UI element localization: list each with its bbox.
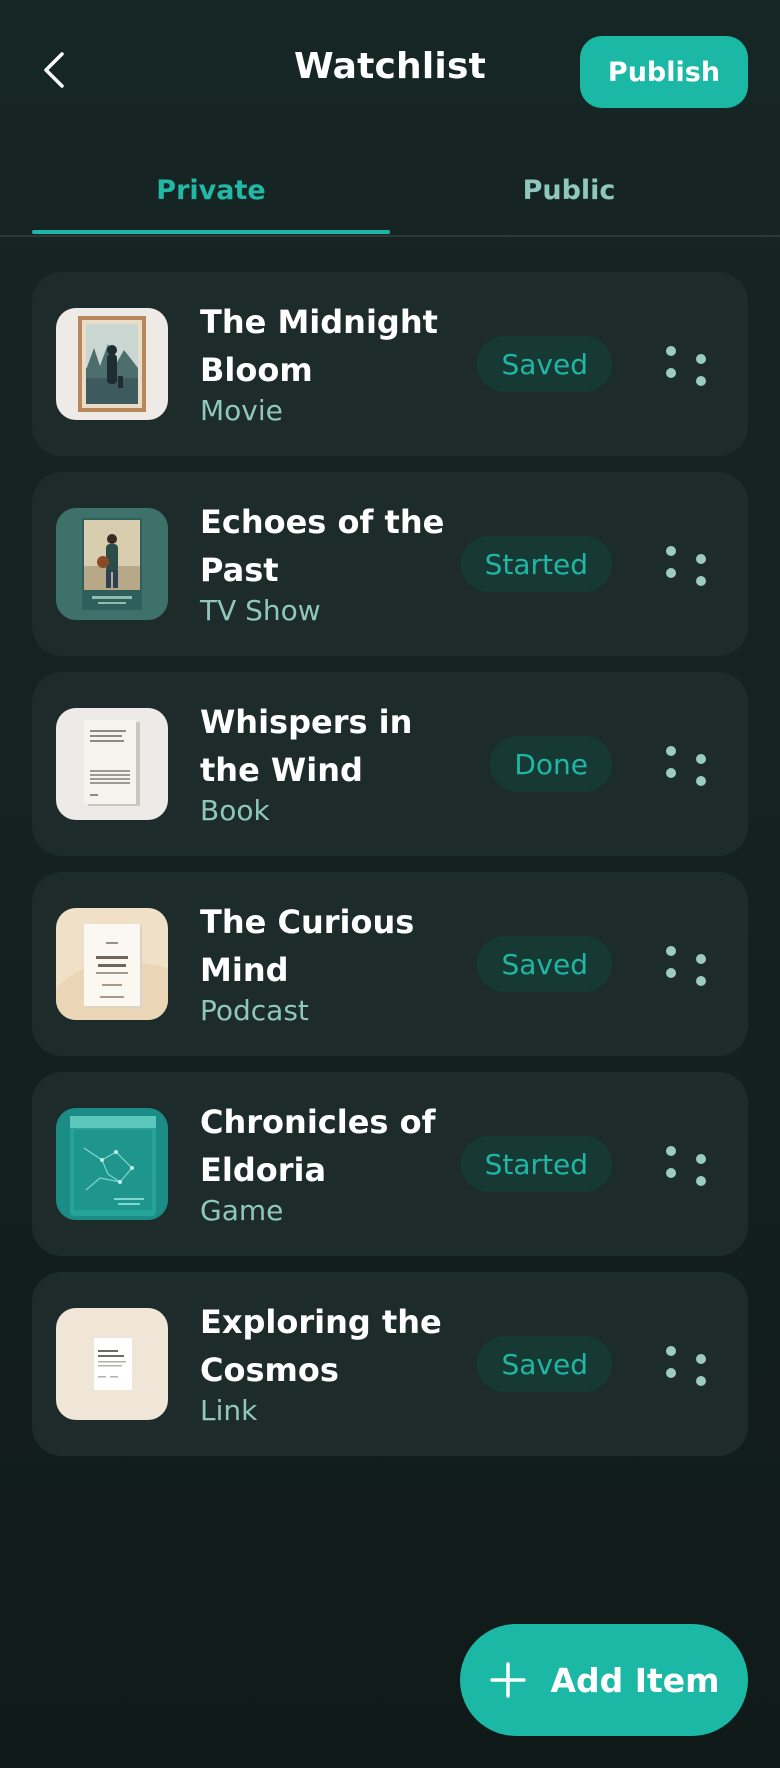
item-type: Book: [200, 794, 270, 827]
add-item-label: Add Item: [550, 1660, 720, 1700]
status-badge: Saved: [477, 936, 612, 992]
status-badge: Started: [460, 1136, 612, 1192]
plus-icon: [488, 1660, 528, 1700]
link-page-thumbnail: [56, 1308, 168, 1420]
more-options-button[interactable]: [662, 744, 712, 788]
game-cover-thumbnail: [56, 1108, 168, 1220]
item-title: Whispers in the Wind: [200, 703, 413, 789]
list-item[interactable]: Exploring the Cosmos Link Saved: [32, 1272, 748, 1456]
watchlist-screen: Watchlist Publish Private Public The Mid…: [0, 0, 780, 1768]
status-badge: Started: [460, 536, 612, 592]
list-item[interactable]: Chronicles of Eldoria Game Started: [32, 1072, 748, 1256]
add-item-button[interactable]: Add Item: [460, 1624, 748, 1736]
tab-public[interactable]: Public: [390, 150, 748, 230]
status-badge: Done: [490, 736, 612, 792]
item-title: Exploring the Cosmos: [200, 1303, 442, 1389]
more-options-button[interactable]: [662, 1344, 712, 1388]
watchlist-list: The Midnight Bloom Movie Saved Echoes of…: [32, 272, 748, 1472]
movie-poster-thumbnail: [56, 308, 168, 420]
active-tab-indicator: [32, 230, 390, 234]
tv-show-poster-thumbnail: [56, 508, 168, 620]
item-title: The Curious Mind: [200, 903, 415, 989]
list-item[interactable]: The Curious Mind Podcast Saved: [32, 872, 748, 1056]
publish-button[interactable]: Publish: [580, 36, 748, 108]
status-badge: Saved: [477, 336, 612, 392]
header: Watchlist Publish: [0, 0, 780, 140]
list-item[interactable]: Echoes of the Past TV Show Started: [32, 472, 748, 656]
item-type: Podcast: [200, 994, 309, 1027]
item-type: Link: [200, 1394, 258, 1427]
item-type: Movie: [200, 394, 283, 427]
more-options-button[interactable]: [662, 344, 712, 388]
item-title: Chronicles of Eldoria: [200, 1103, 436, 1189]
list-item[interactable]: Whispers in the Wind Book Done: [32, 672, 748, 856]
more-options-button[interactable]: [662, 544, 712, 588]
tab-bar: Private Public: [32, 150, 748, 240]
item-title: Echoes of the Past: [200, 503, 445, 589]
more-options-button[interactable]: [662, 1144, 712, 1188]
status-badge: Saved: [477, 1336, 612, 1392]
tab-private[interactable]: Private: [32, 150, 390, 230]
more-options-button[interactable]: [662, 944, 712, 988]
tab-divider: [0, 235, 780, 237]
podcast-cover-thumbnail: [56, 908, 168, 1020]
list-item[interactable]: The Midnight Bloom Movie Saved: [32, 272, 748, 456]
item-type: TV Show: [200, 594, 321, 627]
book-cover-thumbnail: [56, 708, 168, 820]
item-title: The Midnight Bloom: [200, 303, 438, 389]
item-type: Game: [200, 1194, 284, 1227]
